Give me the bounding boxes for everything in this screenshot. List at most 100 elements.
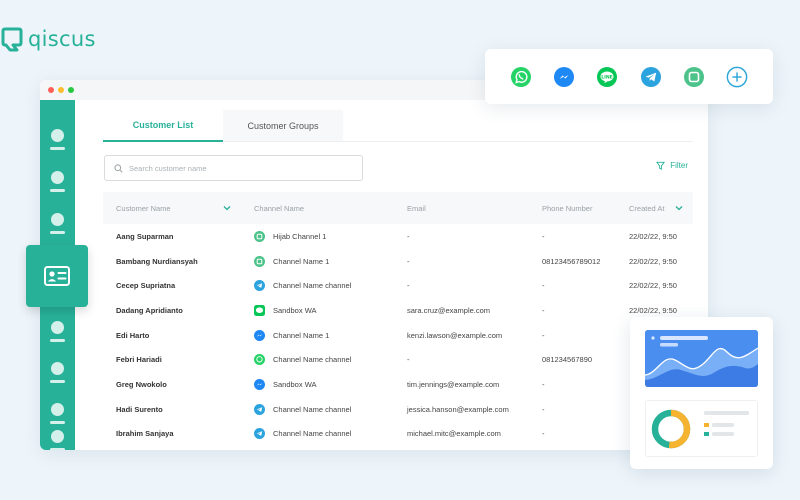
created-at-cell: 22/02/22, 9:50 — [629, 281, 677, 291]
col-email[interactable]: Email — [394, 192, 529, 224]
channel-cell: Channel Name 1 — [241, 323, 394, 348]
table-header-row: Customer Name Channel Name Email Phone N… — [103, 192, 693, 224]
tab-bar: Customer List Customer Groups — [103, 110, 693, 142]
telegram-icon[interactable] — [640, 66, 662, 88]
customer-table: Customer Name Channel Name Email Phone N… — [103, 192, 693, 446]
phone-cell: - — [542, 330, 545, 340]
area-chart-widget — [645, 330, 758, 387]
email-cell: kenzi.lawson@example.com — [407, 330, 503, 340]
window-minimize-dot[interactable] — [58, 87, 64, 93]
sidebar-item-1[interactable] — [40, 129, 75, 153]
phone-cell: 08123456789012 — [542, 256, 601, 266]
table-row[interactable]: Dadang Apridianto Sandbox WA sara.cruz@exa… — [103, 298, 693, 323]
sidebar-item-6[interactable] — [40, 362, 75, 386]
customer-name[interactable]: Cecep Supriatna — [103, 273, 241, 298]
phone-cell: - — [542, 379, 545, 389]
channel-cell: Channel Name channel — [241, 347, 394, 372]
table-row[interactable]: Ibrahim Sanjaya Channel Name channel micha… — [103, 422, 693, 447]
email-cell: - — [407, 281, 410, 291]
brand-name: qiscus — [28, 27, 96, 51]
email-cell: - — [407, 355, 410, 365]
created-at-cell: 22/02/22, 9:50 — [629, 231, 677, 241]
line-icon[interactable]: LINE — [596, 66, 618, 88]
filter-icon — [656, 161, 666, 170]
col-customer-name[interactable]: Customer Name — [103, 192, 241, 224]
col-channel-name[interactable]: Channel Name — [241, 192, 394, 224]
customer-table-body: Aang Suparman Hijab Channel 1 - - 22/02/22, … — [103, 224, 693, 446]
email-cell: - — [407, 256, 410, 266]
table-row[interactable]: Febri Hariadi Channel Name channel - 081234… — [103, 347, 693, 372]
qiscus-icon[interactable] — [683, 66, 705, 88]
sidebar-item-3[interactable] — [40, 213, 75, 237]
phone-cell: - — [542, 429, 545, 439]
email-cell: jessica.hanson@example.com — [407, 404, 509, 414]
whatsapp-icon[interactable] — [510, 66, 532, 88]
channel-cell: Hijab Channel 1 — [241, 224, 394, 249]
search-placeholder: Search customer name — [129, 163, 207, 173]
customer-name[interactable]: Bambang Nurdiansyah — [103, 249, 241, 274]
telegram-icon — [254, 428, 265, 440]
chevron-down-icon[interactable] — [223, 205, 231, 211]
telegram-icon — [254, 280, 265, 292]
channel-name: Channel Name channel — [273, 355, 352, 365]
tab-customer-list[interactable]: Customer List — [103, 110, 223, 142]
svg-text:LINE: LINE — [602, 74, 614, 80]
search-row: Search customer name Filter — [103, 142, 693, 190]
window-maximize-dot[interactable] — [68, 87, 74, 93]
table-row[interactable]: Cecep Supriatna Channel Name channel - - 22/… — [103, 273, 693, 298]
sidebar-item-2[interactable] — [40, 171, 75, 195]
sidebar-item-7[interactable] — [40, 403, 75, 427]
app-window: Customer List Customer Groups Search cus… — [40, 80, 708, 450]
channel-name: Sandbox WA — [273, 305, 317, 315]
table-row[interactable]: Edi Harto Channel Name 1 kenzi.lawson@exam… — [103, 323, 693, 348]
channel-cell: Channel Name channel — [241, 273, 394, 298]
chevron-down-icon[interactable] — [675, 205, 683, 211]
tab-customer-groups[interactable]: Customer Groups — [223, 110, 343, 142]
channel-name: Channel Name channel — [273, 429, 352, 439]
telegram-icon — [254, 403, 265, 415]
table-row[interactable]: Bambang Nurdiansyah Channel Name 1 - 081234… — [103, 249, 693, 274]
phone-cell: - — [542, 404, 545, 414]
email-cell: sara.cruz@example.com — [407, 305, 491, 315]
table-row[interactable]: Hadi Surento Channel Name channel jessica.… — [103, 397, 693, 422]
phone-cell: - — [542, 231, 545, 241]
col-created-at[interactable]: Created At — [616, 192, 693, 224]
line-icon — [254, 304, 265, 316]
sidebar-item-8[interactable] — [40, 430, 75, 450]
search-input[interactable]: Search customer name — [104, 155, 363, 181]
filter-button[interactable]: Filter — [656, 161, 688, 170]
messenger-icon[interactable] — [553, 66, 575, 88]
donut-chart-widget — [645, 400, 758, 457]
sidebar-item-customers-active[interactable] — [26, 245, 88, 307]
channel-name: Channel Name channel — [273, 281, 352, 291]
table-row[interactable]: Aang Suparman Hijab Channel 1 - - 22/02/22, … — [103, 224, 693, 249]
channel-cell: Sandbox WA — [241, 372, 394, 397]
customer-name[interactable]: Hadi Surento — [103, 397, 241, 422]
sidebar-item-5[interactable] — [40, 321, 75, 345]
phone-cell: 081234567890 — [542, 355, 593, 365]
customer-name[interactable]: Edi Harto — [103, 323, 241, 348]
customer-name[interactable]: Febri Hariadi — [103, 347, 241, 372]
channel-integrations-card: LINE — [485, 49, 773, 104]
whatsapp-icon — [254, 354, 265, 366]
add-channel-icon[interactable] — [726, 66, 748, 88]
email-cell: michael.mitc@example.com — [407, 429, 501, 439]
email-cell: - — [407, 231, 410, 241]
customer-name[interactable]: Ibrahim Sanjaya — [103, 422, 241, 447]
window-close-dot[interactable] — [48, 87, 54, 93]
qiscus-logo: qiscus — [0, 26, 96, 52]
created-at-cell: 22/02/22, 9:50 — [629, 256, 677, 266]
channel-cell: Channel Name 1 — [241, 249, 394, 274]
table-row[interactable]: Greg Nwokolo Sandbox WA tim.jennings@examp… — [103, 372, 693, 397]
channel-name: Channel Name 1 — [273, 256, 330, 266]
customer-name[interactable]: Dadang Apridianto — [103, 298, 241, 323]
donut-chart-graphic — [651, 409, 749, 449]
customer-name[interactable]: Greg Nwokolo — [103, 372, 241, 397]
customer-name[interactable]: Aang Suparman — [103, 224, 241, 249]
channel-name: Channel Name channel — [273, 404, 352, 414]
search-icon — [114, 163, 123, 173]
customer-content: Customer List Customer Groups Search cus… — [103, 110, 693, 446]
col-phone-number[interactable]: Phone Number — [529, 192, 616, 224]
qiscus-icon — [254, 255, 265, 267]
messenger-icon — [254, 378, 265, 390]
